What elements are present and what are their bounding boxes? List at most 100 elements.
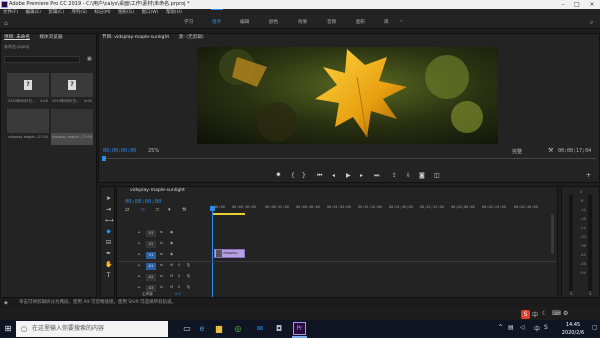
maximize-icon[interactable]: □ <box>570 0 584 9</box>
workspace-more-icon[interactable]: » <box>400 19 403 24</box>
menu-graphics[interactable]: 图形(G) <box>118 10 134 15</box>
ime-logo-icon[interactable]: S <box>521 310 530 319</box>
tab-libraries[interactable]: 库 <box>384 19 389 25</box>
sync-lock-icon[interactable]: ⇋ <box>160 263 163 267</box>
type-tool-icon[interactable]: T <box>105 272 112 279</box>
camera-app-icon[interactable]: ◘ <box>273 323 285 335</box>
eye-icon[interactable]: ◉ <box>170 252 173 256</box>
mark-in-icon[interactable]: { <box>291 172 295 179</box>
program-playhead[interactable] <box>102 156 106 161</box>
timeline-timecode[interactable]: 00;00;00;00 <box>125 199 161 205</box>
system-clock[interactable]: 14:45 2020/2/6 <box>555 321 591 337</box>
file-explorer-icon[interactable]: ▆ <box>213 323 225 335</box>
menu-clip[interactable]: 剪辑(C) <box>48 10 64 15</box>
microphone-icon[interactable]: 🎙︎ <box>186 285 191 289</box>
add-marker-icon[interactable]: ▾ <box>168 207 171 213</box>
play-icon[interactable]: ▶ <box>346 172 351 179</box>
project-search-input[interactable] <box>4 56 80 63</box>
sync-lock-icon[interactable]: ⇋ <box>160 285 163 289</box>
insert-sequence-icon[interactable]: ⇄ <box>125 207 129 213</box>
mute-icon[interactable]: M <box>170 263 173 267</box>
track-label[interactable]: V2 <box>146 241 156 248</box>
master-volume-value[interactable]: 0.0 <box>175 292 181 296</box>
taskbar-search-input[interactable]: ○ 在这里输入你要搜索的内容 <box>16 321 168 337</box>
ime-tray-icon[interactable]: S <box>544 324 548 331</box>
solo-right-icon[interactable]: S <box>589 291 592 296</box>
sync-lock-icon[interactable]: ⇋ <box>160 241 163 245</box>
tab-project[interactable]: 项目: 未命名 <box>4 35 30 40</box>
lock-track-icon[interactable]: 🔒︎ <box>138 252 140 256</box>
track-label[interactable]: A1 <box>146 263 156 270</box>
snap-icon[interactable]: ⊂ <box>141 207 145 213</box>
step-forward-icon[interactable]: ▸ <box>360 172 363 179</box>
sync-lock-icon[interactable]: ⇋ <box>160 274 163 278</box>
mark-out-icon[interactable]: } <box>302 172 306 179</box>
mute-icon[interactable]: M <box>170 285 173 289</box>
project-item[interactable]: ? 2019年8月5日… 4:00 <box>7 73 49 109</box>
track-label[interactable]: A2 <box>146 274 156 281</box>
volume-icon[interactable]: ◁ <box>520 324 525 331</box>
tab-graphics[interactable]: 图形 <box>356 19 365 25</box>
linked-selection-icon[interactable]: ⊃ <box>155 207 159 213</box>
tab-effects[interactable]: 效果 <box>298 19 307 25</box>
tab-source[interactable]: 源: (无剪辑) <box>179 35 204 40</box>
menu-help[interactable]: 帮助(H) <box>166 10 182 15</box>
lock-track-icon[interactable]: 🔒︎ <box>138 263 140 267</box>
microphone-icon[interactable]: 🎙︎ <box>186 263 191 267</box>
premiere-taskbar-icon[interactable]: Pr <box>293 322 306 335</box>
tab-edit[interactable]: 编辑 <box>240 19 249 25</box>
network-icon[interactable]: ▤ <box>508 324 514 331</box>
menu-edit[interactable]: 编辑(E) <box>26 10 41 15</box>
menu-sequence[interactable]: 序列(S) <box>71 10 86 15</box>
menu-marker[interactable]: 标记(M) <box>94 10 110 15</box>
tab-audio[interactable]: 音频 <box>327 19 336 25</box>
tab-assembly[interactable]: 组件 <box>212 19 221 25</box>
solo-icon[interactable]: S <box>178 285 180 289</box>
mail-icon[interactable]: ✉ <box>254 323 266 335</box>
project-item[interactable]: vidsplay-maple… 17:04 <box>7 109 49 145</box>
close-icon[interactable]: × <box>585 0 599 9</box>
playhead-handle[interactable] <box>210 206 215 211</box>
wrench-icon[interactable]: ⚒ <box>548 147 553 154</box>
wechat-icon[interactable]: ◎ <box>232 323 244 335</box>
edge-browser-icon[interactable]: e <box>196 323 208 335</box>
home-icon[interactable]: ⌂ <box>4 20 8 27</box>
microphone-icon[interactable]: 🎙︎ <box>186 274 191 278</box>
go-to-out-icon[interactable]: ⏭ <box>374 172 379 180</box>
tab-color[interactable]: 颜色 <box>269 19 278 25</box>
solo-left-icon[interactable]: S <box>570 291 573 296</box>
solo-icon[interactable]: S <box>178 274 180 278</box>
program-timecode[interactable]: 00;00;00;00 <box>103 148 136 154</box>
button-editor-icon[interactable]: + <box>586 172 591 179</box>
track-label[interactable]: V3 <box>146 230 156 237</box>
windows-start-icon[interactable]: ⊞ <box>2 323 14 335</box>
pen-tool-icon[interactable]: ✒ <box>105 250 112 257</box>
lock-track-icon[interactable]: 🔒︎ <box>138 285 140 289</box>
project-item-selected[interactable]: vidsplay-maple… 17:04 <box>51 109 93 145</box>
task-view-icon[interactable]: ▭ <box>181 323 193 335</box>
eye-icon[interactable]: ◉ <box>170 230 173 234</box>
ime-moon-icon[interactable]: ☾ <box>542 310 547 317</box>
razor-tool-icon[interactable]: ◆ <box>105 228 112 235</box>
comparison-view-icon[interactable]: ◫ <box>434 172 440 179</box>
track-select-tool-icon[interactable]: ⇥ <box>105 206 112 213</box>
slip-tool-icon[interactable]: ⊟ <box>105 239 112 246</box>
input-lang[interactable]: 中 <box>534 324 540 333</box>
zoom-level-select[interactable]: 25% <box>148 148 159 154</box>
go-to-in-icon[interactable]: ⏮ <box>317 172 322 180</box>
tab-learn[interactable]: 学习 <box>184 19 193 25</box>
hand-tool-icon[interactable]: ✋ <box>105 261 112 268</box>
search-icon[interactable]: ⌕ <box>590 19 593 27</box>
program-scrub-bar[interactable] <box>103 158 596 159</box>
solo-icon[interactable]: S <box>178 263 180 267</box>
playback-resolution-select[interactable]: 完整 <box>512 148 522 155</box>
notification-icon[interactable]: ▢ <box>592 324 598 331</box>
project-item[interactable]: ? 2019年8月5日… 4:00 <box>51 73 93 109</box>
extract-icon[interactable]: ⇩ <box>406 172 411 179</box>
mute-icon[interactable]: M <box>170 274 173 278</box>
ripple-edit-tool-icon[interactable]: ⟷ <box>105 217 114 224</box>
ime-lang-icon[interactable]: 中 <box>532 310 538 319</box>
track-label[interactable]: V1 <box>146 252 156 259</box>
sequence-tab[interactable]: vidsplay-maple-sunlight <box>130 188 185 193</box>
ime-settings-icon[interactable]: ⚙ <box>563 310 568 317</box>
